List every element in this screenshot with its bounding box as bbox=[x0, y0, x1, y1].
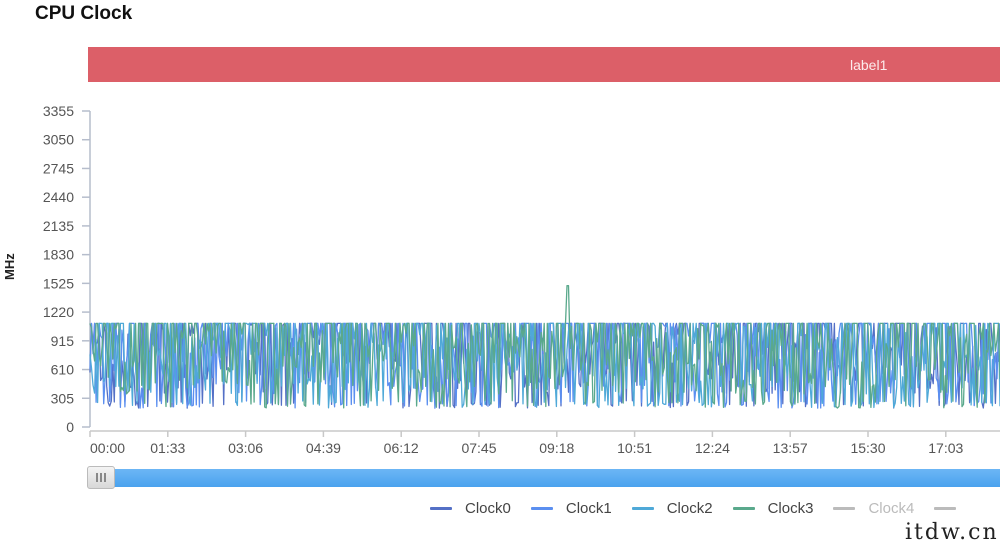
x-tick-label: 07:45 bbox=[461, 440, 496, 456]
y-tick-label: 2440 bbox=[43, 189, 74, 205]
legend-swatch bbox=[631, 507, 654, 510]
y-tick-label: 3050 bbox=[43, 132, 74, 148]
legend-label: Clock0 bbox=[465, 500, 511, 517]
y-tick-label: 3355 bbox=[43, 103, 74, 119]
y-tick-label: 1220 bbox=[43, 304, 74, 320]
x-tick-label: 15:30 bbox=[850, 440, 885, 456]
y-tick-label: 2135 bbox=[43, 218, 74, 234]
x-tick-label: 01:33 bbox=[150, 440, 185, 456]
legend-swatch bbox=[530, 507, 553, 510]
legend-item-clock3[interactable]: Clock3 bbox=[732, 500, 814, 517]
x-tick-label: 06:12 bbox=[384, 440, 419, 456]
x-tick-label: 12:24 bbox=[695, 440, 730, 456]
y-tick-label: 1830 bbox=[43, 247, 74, 263]
legend-swatch bbox=[732, 507, 755, 510]
x-tick-label: 09:18 bbox=[539, 440, 574, 456]
chart-plot: 0 305 610 915 1220 1525 1830 2135 2440 2745 3050 33… bbox=[43, 103, 1000, 456]
x-tick-label: 17:03 bbox=[928, 440, 963, 456]
legend-item-clock2[interactable]: Clock2 bbox=[631, 500, 713, 517]
legend-swatch bbox=[430, 507, 452, 510]
datazoom-slider-handle[interactable] bbox=[87, 466, 115, 489]
legend-swatch bbox=[833, 507, 856, 510]
legend-item-clock4[interactable]: Clock4 bbox=[833, 500, 914, 517]
x-tick-label: 13:57 bbox=[773, 440, 808, 456]
y-tick-label: 915 bbox=[51, 333, 75, 349]
datazoom-slider-track[interactable] bbox=[90, 469, 1000, 487]
y-tick-label: 305 bbox=[51, 390, 75, 406]
x-tick-label: 10:51 bbox=[617, 440, 652, 456]
grip-icon bbox=[96, 473, 106, 482]
x-tick-label: 03:06 bbox=[228, 440, 263, 456]
legend-label: Clock2 bbox=[666, 500, 713, 517]
legend-swatch bbox=[934, 507, 957, 510]
legend-label: Clock3 bbox=[767, 500, 814, 517]
legend-label: Clock4 bbox=[868, 500, 915, 517]
y-tick-label: 2745 bbox=[43, 160, 74, 176]
y-tick-label: 0 bbox=[66, 419, 74, 435]
legend-label: Clock1 bbox=[565, 500, 612, 517]
legend-item-clock1[interactable]: Clock1 bbox=[530, 500, 612, 517]
legend-item-clock5[interactable] bbox=[934, 500, 969, 517]
watermark: itdw.cn bbox=[905, 520, 999, 545]
x-tick-label: 00:00 bbox=[90, 440, 125, 456]
y-tick-label: 1525 bbox=[43, 275, 74, 291]
legend-item-clock0[interactable]: Clock0 bbox=[430, 500, 511, 517]
legend: Clock0 Clock1 Clock2 Clock3 Clock4 bbox=[430, 500, 989, 517]
x-tick-label: 04:39 bbox=[306, 440, 341, 456]
y-tick-label: 610 bbox=[51, 362, 75, 378]
